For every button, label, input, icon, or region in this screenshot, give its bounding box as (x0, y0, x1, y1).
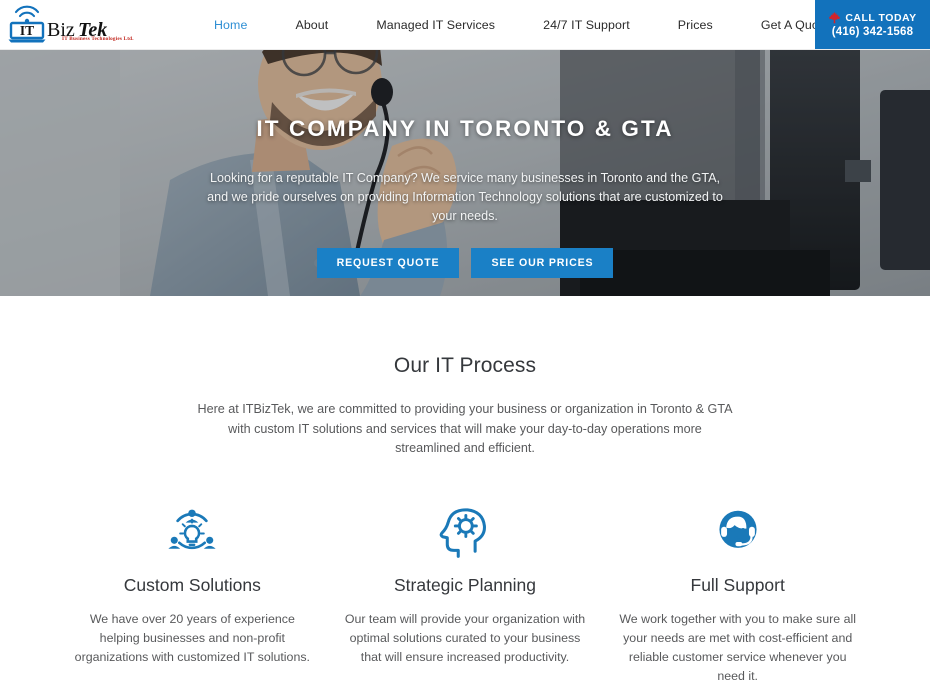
feature-title: Full Support (690, 574, 785, 595)
nav-item-managed-it-services[interactable]: Managed IT Services (352, 18, 519, 32)
process-title: Our IT Process (393, 354, 537, 377)
logo-tagline: IT Business Technologies Ltd. (62, 35, 134, 42)
svg-text:IT: IT (20, 23, 34, 38)
see-our-prices-button[interactable]: SEE OUR PRICES (471, 248, 614, 278)
site-logo[interactable]: IT Biz Tek IT Business Technologies Ltd. (0, 2, 180, 46)
request-quote-button[interactable]: REQUEST QUOTE (316, 248, 460, 278)
head-gear-strategy-icon (343, 503, 588, 559)
feature-title: Custom Solutions (123, 574, 261, 595)
it-process-section: Our IT Process Here at ITBizTek, we are … (0, 296, 930, 686)
feature-strategic-planning: Strategic Planning Our team will provide… (329, 503, 602, 686)
feature-full-support: Full Support We work together with you t… (601, 503, 874, 686)
call-today-phone: (416) 342-1568 (831, 26, 914, 38)
hero-button-group: REQUEST QUOTE SEE OUR PRICES (316, 248, 614, 278)
team-collaboration-lightbulb-icon (70, 503, 315, 559)
main-navigation: Home About Managed IT Services 24/7 IT S… (190, 18, 853, 32)
maple-leaf-icon (829, 11, 841, 24)
hero-section: IT COMPANY IN TORONTO & GTA Looking for … (0, 50, 930, 296)
headset-support-agent-icon (615, 503, 860, 559)
nav-item-about[interactable]: About (271, 18, 352, 32)
call-today-button[interactable]: CALL TODAY (416) 342-1568 (815, 0, 930, 49)
hero-title: IT COMPANY IN TORONTO & GTA (256, 116, 674, 141)
feature-custom-solutions: Custom Solutions We have over 20 years o… (56, 503, 329, 686)
nav-item-prices[interactable]: Prices (654, 18, 737, 32)
process-description: Here at ITBizTek, we are committed to pr… (197, 402, 733, 455)
features-row: Custom Solutions We have over 20 years o… (0, 503, 930, 686)
site-header: IT Biz Tek IT Business Technologies Ltd.… (0, 0, 930, 50)
hero-subtitle: Looking for a reputable IT Company? We s… (207, 171, 723, 223)
feature-text: Our team will provide your organization … (344, 611, 586, 664)
nav-item-home[interactable]: Home (190, 18, 271, 32)
nav-item-24-7-it-support[interactable]: 24/7 IT Support (519, 18, 654, 32)
feature-title: Strategic Planning (393, 574, 537, 595)
feature-text: We have over 20 years of experience help… (74, 611, 310, 664)
call-today-label: CALL TODAY (845, 11, 917, 24)
feature-text: We work together with you to make sure a… (619, 611, 857, 683)
